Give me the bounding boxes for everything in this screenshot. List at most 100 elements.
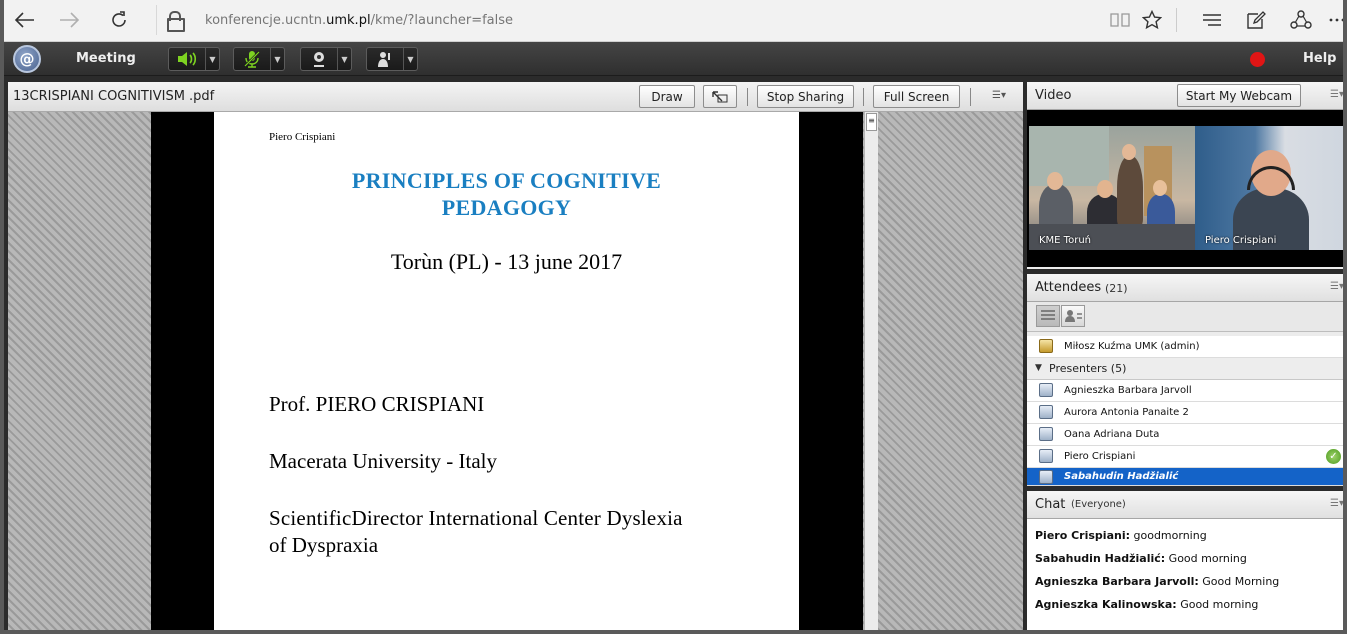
attendee-name: Oana Adriana Duta bbox=[1064, 429, 1160, 440]
video-pod: Video Start My Webcam ☰▾ KME Toruń Piero… bbox=[1027, 82, 1343, 269]
video-feed-room[interactable]: KME Toruń bbox=[1029, 126, 1195, 250]
favorite-star-icon[interactable] bbox=[1135, 6, 1169, 34]
pointer-tool-button[interactable] bbox=[703, 85, 737, 108]
toolbar-divider bbox=[863, 88, 864, 106]
webcam-icon bbox=[301, 48, 337, 70]
attendee-name: Piero Crispiani bbox=[1064, 451, 1136, 462]
web-note-icon[interactable] bbox=[1239, 6, 1273, 34]
start-webcam-button[interactable]: Start My Webcam bbox=[1177, 84, 1301, 107]
slide-title-line2: PEDAGOGY bbox=[441, 195, 572, 220]
video-area: KME Toruń Piero Crispiani bbox=[1027, 110, 1343, 267]
share-icon[interactable] bbox=[1284, 6, 1318, 34]
share-pod: 13CRISPIANI COGNITIVISM .pdf Draw Stop S… bbox=[8, 82, 1023, 630]
speaker-dropdown-icon[interactable]: ▼ bbox=[205, 48, 219, 70]
chat-pod-title: Chat bbox=[1035, 497, 1066, 512]
app-window: konferencje.ucntn. umk.pl/kme/?launcher=f… bbox=[0, 0, 1347, 634]
document-scrollbar[interactable]: ≡ bbox=[864, 112, 878, 630]
reading-view-icon[interactable] bbox=[1103, 6, 1137, 34]
full-screen-button[interactable]: Full Screen bbox=[873, 85, 960, 108]
status-view-icon[interactable] bbox=[1036, 305, 1060, 327]
presenter-icon bbox=[1039, 405, 1053, 419]
video-pod-title: Video bbox=[1035, 88, 1072, 103]
attendee-view-toolbar bbox=[1027, 302, 1343, 332]
url-domain: umk.pl bbox=[326, 12, 371, 28]
video-feed-label: Piero Crispiani bbox=[1205, 235, 1277, 246]
attendee-row[interactable]: Agnieszka Barbara Jarvoll bbox=[1027, 380, 1343, 402]
share-stage: Piero Crispiani PRINCIPLES OF COGNITIVE … bbox=[8, 112, 1023, 630]
slide-title-line1: PRINCIPLES OF COGNITIVE bbox=[351, 168, 662, 193]
attendees-pod-title: Attendees bbox=[1035, 280, 1102, 295]
chat-text: Good morning bbox=[1176, 598, 1259, 611]
slide-professor: Prof. PIERO CRISPIANI bbox=[269, 392, 485, 416]
stop-sharing-button[interactable]: Stop Sharing bbox=[757, 85, 854, 108]
pdf-page: Piero Crispiani PRINCIPLES OF COGNITIVE … bbox=[214, 112, 799, 630]
hub-icon[interactable] bbox=[1195, 6, 1229, 34]
pod-options-icon[interactable]: ☰▾ bbox=[1330, 89, 1343, 100]
attendee-count: (21) bbox=[1105, 282, 1128, 295]
attendee-row[interactable]: Aurora Antonia Panaite 2 bbox=[1027, 402, 1343, 424]
shared-file-name: 13CRISPIANI COGNITIVISM .pdf bbox=[13, 89, 215, 104]
attendees-pod-titlebar: Attendees (21) ☰▾ bbox=[1027, 274, 1343, 302]
presenter-icon bbox=[1039, 470, 1053, 484]
video-pod-titlebar: Video Start My Webcam ☰▾ bbox=[1027, 82, 1343, 110]
chat-sender: Piero Crispiani: bbox=[1035, 529, 1130, 542]
webcam-dropdown-icon[interactable]: ▼ bbox=[337, 48, 351, 70]
slide-author: Piero Crispiani bbox=[269, 131, 336, 143]
collapse-triangle-icon[interactable]: ▼ bbox=[1035, 363, 1042, 373]
chat-text: Good morning bbox=[1165, 552, 1247, 565]
person-figure bbox=[1117, 156, 1143, 226]
chat-sender: Sabahudin Hadžialić: bbox=[1035, 552, 1166, 565]
attendee-name: Agnieszka Barbara Jarvoll bbox=[1064, 385, 1192, 396]
slide-director-line1: ScientificDirector International Center … bbox=[269, 506, 683, 530]
pod-options-icon[interactable]: ☰▾ bbox=[1330, 281, 1343, 292]
help-menu[interactable]: Help bbox=[1303, 51, 1336, 66]
attendee-row[interactable]: Oana Adriana Duta bbox=[1027, 424, 1343, 446]
microphone-dropdown-icon[interactable]: ▼ bbox=[270, 48, 284, 70]
role-view-icon[interactable] bbox=[1061, 305, 1085, 327]
refresh-icon[interactable] bbox=[101, 4, 137, 36]
slide-date: Torùn (PL) - 13 june 2017 bbox=[390, 249, 623, 274]
chat-pod-titlebar: Chat (Everyone) ☰▾ bbox=[1027, 491, 1343, 519]
status-button[interactable]: ▼ bbox=[366, 47, 418, 71]
attendee-host-row[interactable]: Miłosz Kuźma UMK (admin) bbox=[1027, 336, 1343, 358]
slide-director-line2: of Dyspraxia bbox=[269, 533, 379, 557]
raise-hand-icon bbox=[367, 48, 403, 70]
chat-message: Agnieszka Barbara Jarvoll: Good Morning bbox=[1035, 575, 1279, 588]
pod-options-icon[interactable]: ☰▾ bbox=[1330, 498, 1343, 509]
lock-icon bbox=[167, 11, 185, 32]
meeting-menubar: @ Meeting ▼ ▼ ▼ ▼ bbox=[4, 42, 1343, 76]
attendee-name: Sabahudin Hadžialić bbox=[1064, 471, 1179, 482]
pointer-icon bbox=[712, 90, 728, 102]
more-icon[interactable] bbox=[1324, 6, 1343, 34]
address-bar[interactable]: konferencje.ucntn. umk.pl/kme/?launcher=f… bbox=[156, 5, 1096, 35]
attendee-row[interactable]: Piero Crispiani ✓ bbox=[1027, 446, 1343, 468]
person-head bbox=[1047, 172, 1063, 190]
attendee-row-selected[interactable]: Sabahudin Hadžialić bbox=[1027, 468, 1343, 486]
scrollbar-thumb[interactable]: ≡ bbox=[866, 113, 877, 131]
status-dropdown-icon[interactable]: ▼ bbox=[403, 48, 417, 70]
browser-toolbar: konferencje.ucntn. umk.pl/kme/?launcher=f… bbox=[4, 0, 1343, 42]
pod-options-icon[interactable]: ☰▾ bbox=[992, 90, 1014, 104]
chat-scope: (Everyone) bbox=[1071, 499, 1126, 510]
group-label: Presenters (5) bbox=[1049, 362, 1127, 375]
speaker-button[interactable]: ▼ bbox=[168, 47, 220, 71]
webcam-button[interactable]: ▼ bbox=[300, 47, 352, 71]
draw-button[interactable]: Draw bbox=[639, 85, 695, 108]
slide-university: Macerata University - Italy bbox=[269, 449, 497, 473]
microphone-button[interactable]: ▼ bbox=[233, 47, 285, 71]
chat-sender: Agnieszka Barbara Jarvoll: bbox=[1035, 575, 1199, 588]
chat-message: Agnieszka Kalinowska: Good morning bbox=[1035, 598, 1258, 611]
back-icon[interactable] bbox=[6, 4, 42, 36]
connect-logo[interactable]: @ bbox=[13, 45, 41, 73]
agree-status-icon: ✓ bbox=[1326, 449, 1341, 464]
share-pod-titlebar: 13CRISPIANI COGNITIVISM .pdf Draw Stop S… bbox=[8, 82, 1023, 112]
chat-message: Piero Crispiani: goodmorning bbox=[1035, 529, 1207, 542]
attendee-name: Miłosz Kuźma UMK (admin) bbox=[1064, 341, 1200, 352]
url-prefix: konferencje.ucntn. bbox=[205, 12, 327, 28]
presenter-icon bbox=[1039, 383, 1053, 397]
forward-icon[interactable] bbox=[52, 4, 88, 36]
meeting-menu[interactable]: Meeting bbox=[76, 51, 136, 66]
recording-indicator-icon[interactable] bbox=[1250, 52, 1265, 67]
video-feed-presenter[interactable]: Piero Crispiani bbox=[1195, 126, 1343, 250]
presenters-group-header[interactable]: ▼ Presenters (5) bbox=[1027, 358, 1343, 380]
